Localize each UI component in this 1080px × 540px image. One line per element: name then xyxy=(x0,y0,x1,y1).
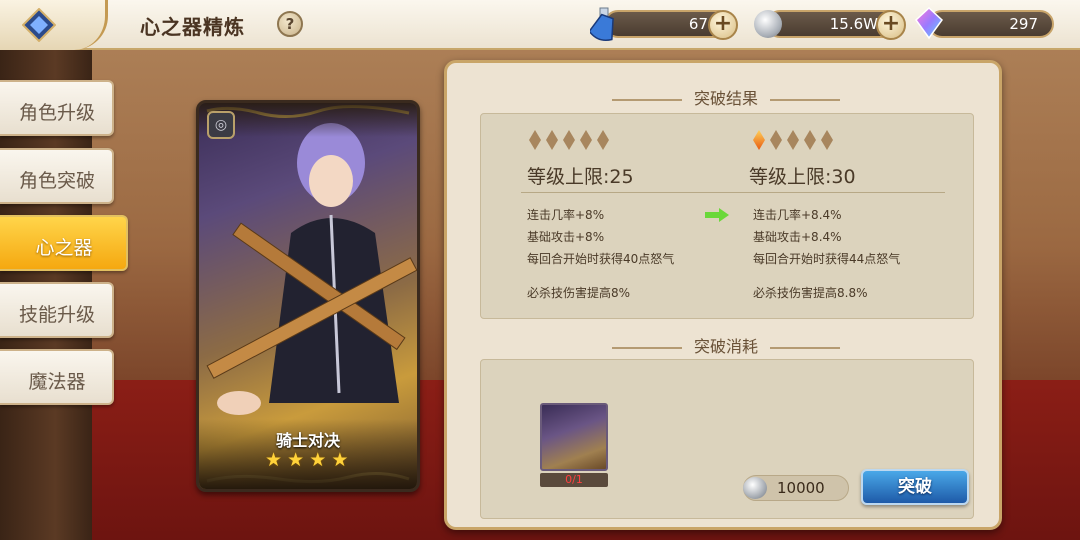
tier-diamond-icon xyxy=(804,130,816,150)
next-stat: 每回合开始时获得44点怒气 xyxy=(753,252,901,266)
card-stars: ★ ★ ★ ★ xyxy=(265,449,355,471)
sidebar-item-heart-vessel[interactable]: 心之器 xyxy=(0,215,128,271)
card-name: 骑士对决 xyxy=(275,431,340,450)
arrow-right-icon xyxy=(705,208,729,222)
silver-coin-icon xyxy=(754,10,782,38)
tier-diamond-icon xyxy=(580,130,592,150)
next-stat: 连击几率+8.4% xyxy=(753,208,842,222)
result-section-title: 突破结果 xyxy=(447,85,1005,109)
breakthrough-panel: 突破结果 等级上限:25 等级上限:30 连击几率+8% 基础攻击+8% 每回合… xyxy=(444,60,1002,530)
tier-diamond-icon xyxy=(546,130,558,150)
tier-diamond-icon xyxy=(821,130,833,150)
material-card-slot[interactable] xyxy=(540,403,608,471)
sidebar-item-skill-upgrade[interactable]: 技能升级 xyxy=(0,282,114,338)
sidebar-item-label: 技能升级 xyxy=(18,304,95,326)
material-count: 0/1 xyxy=(565,473,583,486)
sidebar-item-character-upgrade[interactable]: 角色升级 xyxy=(0,80,114,136)
sidebar-item-label: 角色突破 xyxy=(18,170,95,192)
star-icon: ★ xyxy=(287,449,305,471)
help-button[interactable]: ? xyxy=(277,11,303,37)
currency-crystal: 297 xyxy=(928,10,1054,38)
add-coin-button[interactable]: + xyxy=(876,10,906,40)
silver-coin-icon xyxy=(743,477,767,499)
top-bar: 心之器精炼 ? 67 + 15.6W + 297 xyxy=(0,0,1080,50)
sidebar-item-magic-device[interactable]: 魔法器 xyxy=(0,349,114,405)
next-tier-diamonds xyxy=(753,130,838,152)
currency-potion-value: 67 xyxy=(688,15,708,33)
star-icon: ★ xyxy=(309,449,327,471)
star-icon: ★ xyxy=(265,449,283,471)
page-title: 心之器精炼 xyxy=(140,15,245,39)
sidebar-item-label: 心之器 xyxy=(35,237,93,259)
tier-diamond-icon xyxy=(787,130,799,150)
coin-cost-value: 10000 xyxy=(777,479,825,497)
current-stat: 必杀技伤害提高8% xyxy=(527,286,631,300)
diamond-back-icon xyxy=(22,8,56,42)
currency-coin-value: 15.6W xyxy=(829,15,878,33)
tier-diamond-icon xyxy=(770,130,782,150)
sidebar-item-label: 魔法器 xyxy=(28,371,86,393)
star-icon: ★ xyxy=(331,449,349,471)
current-stat: 基础攻击+8% xyxy=(527,230,605,244)
currency-crystal-value: 297 xyxy=(1009,15,1038,33)
currency-coin: 15.6W + xyxy=(766,10,906,40)
result-box: 等级上限:25 等级上限:30 连击几率+8% 基础攻击+8% 每回合开始时获得… xyxy=(480,113,974,319)
tier-diamond-icon xyxy=(529,130,541,150)
current-stat: 每回合开始时获得40点怒气 xyxy=(527,252,675,266)
card-type-badge-icon: ◎ xyxy=(207,111,235,139)
back-button[interactable] xyxy=(0,0,108,50)
sidebar-item-label: 角色升级 xyxy=(18,102,95,124)
tier-diamond-icon xyxy=(563,130,575,150)
next-stat: 必杀技伤害提高8.8% xyxy=(753,286,868,300)
rainbow-crystal-icon xyxy=(915,6,943,40)
current-stat: 连击几率+8% xyxy=(527,208,605,222)
next-level-cap: 等级上限:30 xyxy=(749,166,856,188)
currency-potion: 67 + xyxy=(604,10,738,40)
tier-diamond-lit-icon xyxy=(753,130,765,150)
cost-section-title: 突破消耗 xyxy=(447,333,1005,357)
breakthrough-button[interactable]: 突破 xyxy=(861,469,969,505)
add-potion-button[interactable]: + xyxy=(708,10,738,40)
current-tier-diamonds xyxy=(529,130,614,152)
heart-vessel-card[interactable]: ◎ 骑士对决 ★ ★ ★ ★ xyxy=(196,100,420,492)
current-level-cap: 等级上限:25 xyxy=(527,166,634,188)
next-stat: 基础攻击+8.4% xyxy=(753,230,842,244)
blue-potion-icon xyxy=(590,7,614,42)
sidebar-item-character-breakthrough[interactable]: 角色突破 xyxy=(0,148,114,204)
tier-diamond-icon xyxy=(597,130,609,150)
